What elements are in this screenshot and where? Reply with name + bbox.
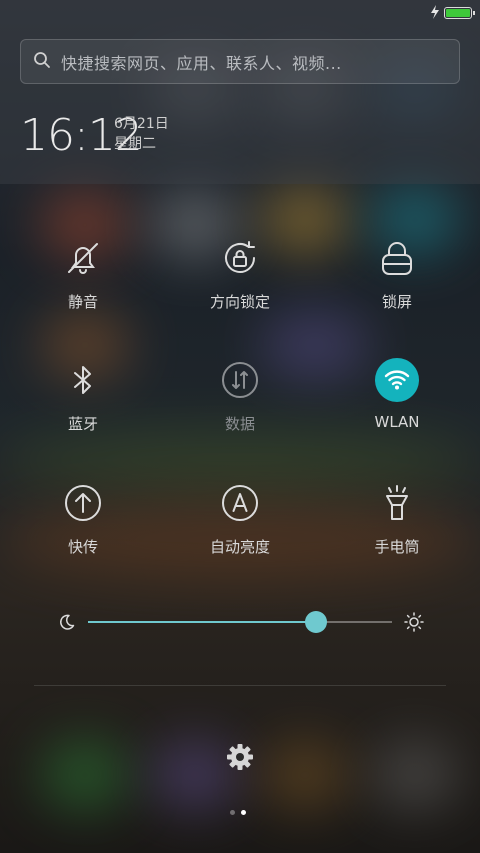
search-bar[interactable]: 快捷搜索网页、应用、联系人、视频... — [20, 39, 460, 84]
brightness-thumb[interactable] — [305, 611, 327, 633]
flashlight-icon — [375, 481, 419, 525]
toggle-mobile-data[interactable]: 数据 — [165, 358, 315, 434]
toggle-label: 自动亮度 — [209, 538, 270, 556]
brightness-track[interactable] — [88, 611, 392, 633]
toggle-label: 手电筒 — [374, 538, 420, 556]
toggle-label: 蓝牙 — [67, 415, 98, 433]
toggle-label: 锁屏 — [381, 293, 412, 311]
toggle-label: 数据 — [224, 415, 255, 433]
page-dot-active — [241, 810, 246, 815]
toggle-bluetooth[interactable]: 蓝牙 — [8, 358, 158, 434]
search-icon — [33, 51, 51, 73]
weekday-text: 星期二 — [114, 136, 156, 152]
share-upload-icon — [61, 481, 105, 525]
toggle-label: WLAN — [374, 413, 420, 431]
status-bar — [430, 4, 475, 23]
toggle-flashlight[interactable]: 手电筒 — [322, 481, 472, 557]
toggle-label: 静音 — [67, 293, 98, 311]
search-placeholder: 快捷搜索网页、应用、联系人、视频... — [61, 53, 342, 73]
settings-gear-icon[interactable] — [225, 742, 255, 776]
toggle-quick-share[interactable]: 快传 — [8, 481, 158, 557]
divider — [34, 685, 446, 686]
toggle-rotation-lock[interactable]: 方向锁定 — [165, 236, 315, 312]
charging-icon — [430, 4, 440, 23]
rotation-lock-icon — [218, 236, 262, 280]
page-indicator — [230, 810, 246, 815]
page-dot — [230, 810, 235, 815]
brightness-slider[interactable] — [58, 610, 428, 634]
sun-icon — [404, 612, 424, 636]
battery-icon — [444, 7, 475, 19]
toggle-label: 快传 — [67, 538, 98, 556]
bell-off-icon — [61, 236, 105, 280]
auto-brightness-icon — [218, 481, 262, 525]
moon-icon — [58, 613, 76, 635]
clock-date[interactable]: 6月21日 星期二 — [114, 114, 169, 154]
mobile-data-icon — [218, 358, 262, 402]
toggle-mute[interactable]: 静音 — [8, 236, 158, 312]
lock-icon — [375, 236, 419, 280]
wifi-icon — [375, 358, 419, 402]
brightness-fill — [88, 621, 316, 623]
toggle-label: 方向锁定 — [209, 293, 270, 311]
bluetooth-icon — [61, 358, 105, 402]
date-text: 6月21日 — [114, 116, 169, 132]
toggle-wlan[interactable]: WLAN — [322, 358, 472, 431]
toggle-auto-brightness[interactable]: 自动亮度 — [165, 481, 315, 557]
toggle-lock-screen[interactable]: 锁屏 — [322, 236, 472, 312]
